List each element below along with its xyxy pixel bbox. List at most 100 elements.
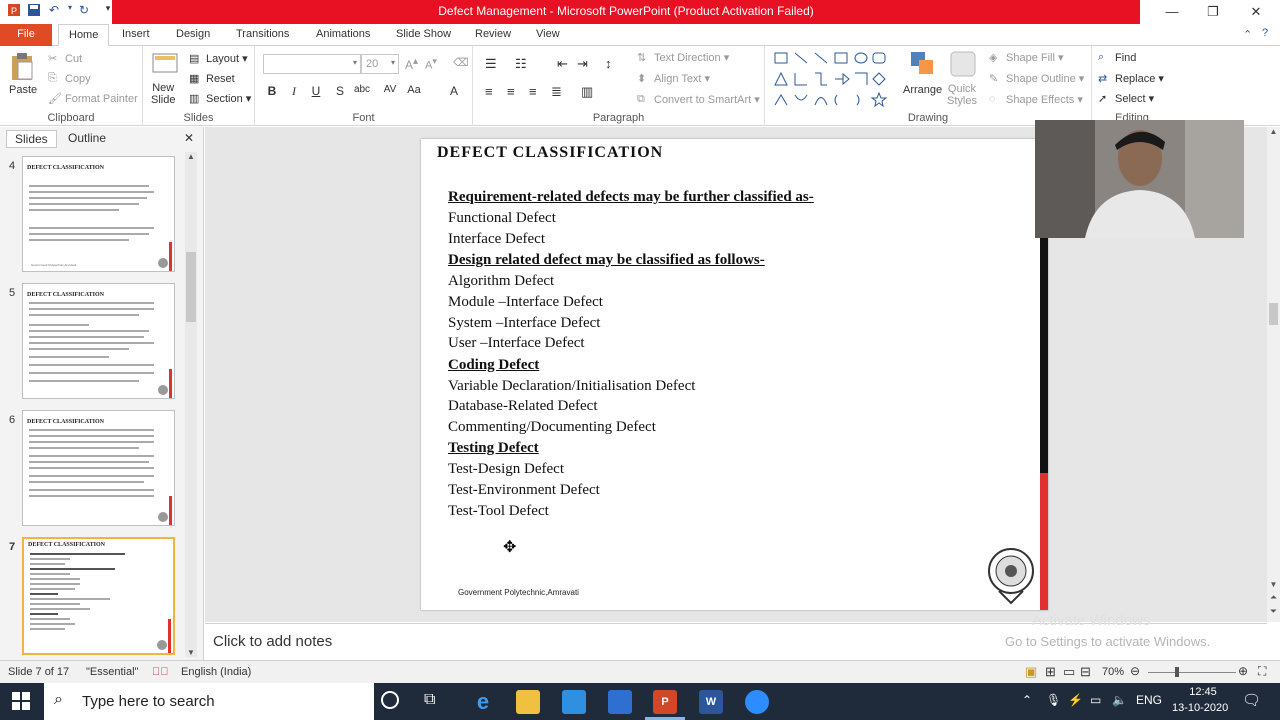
slide-title[interactable]: DEFECT CLASSIFICATION	[437, 144, 663, 162]
align-right-icon[interactable]: ≡	[529, 84, 537, 99]
slide-footer[interactable]: Government Polytechnic,Amravati	[458, 588, 579, 597]
format-painter-button[interactable]: 🖌 Format Painter	[48, 92, 138, 106]
scroll-down-icon[interactable]: ▼	[1267, 580, 1280, 589]
slide-line[interactable]: Module –Interface Defect	[448, 294, 603, 311]
paste-icon[interactable]	[9, 52, 35, 85]
slide-line[interactable]: Variable Declaration/Initialisation Defe…	[448, 378, 695, 395]
collapse-ribbon-icon[interactable]: ⌃	[1243, 28, 1252, 41]
slide-line[interactable]: Test-Design Defect	[448, 461, 564, 478]
change-case-icon[interactable]: Aa	[405, 84, 423, 96]
slides-pane-scrollbar[interactable]: ▲ ▼	[185, 152, 197, 657]
section-button[interactable]: ▥ Section ▾	[189, 92, 251, 106]
reset-button[interactable]: ▦ Reset	[189, 72, 235, 86]
scroll-up-icon[interactable]: ▲	[1267, 127, 1280, 136]
slide-sorter-icon[interactable]: ⊞	[1045, 664, 1056, 680]
tab-view[interactable]: View	[526, 24, 570, 46]
copy-button[interactable]: ⎘ Copy	[48, 72, 91, 86]
shapes-gallery-icon[interactable]	[773, 50, 895, 113]
mail-icon[interactable]	[562, 690, 586, 714]
shrink-font-icon[interactable]: A▾	[425, 56, 437, 72]
tab-home[interactable]: Home	[58, 24, 110, 46]
zoom-slider-thumb[interactable]	[1175, 667, 1179, 677]
slide-scrollbar[interactable]: ▲ ▼ ⏶ ⏷	[1267, 127, 1280, 622]
maximize-button[interactable]: ❐	[1193, 0, 1233, 24]
reading-view-icon[interactable]: ▭	[1063, 664, 1075, 680]
replace-button[interactable]: ⇄ Replace ▾	[1098, 72, 1164, 86]
shape-effects-button[interactable]: ◌ Shape Effects ▾	[989, 93, 1083, 107]
slide-line[interactable]: System –Interface Defect	[448, 315, 600, 332]
shadow-icon[interactable]: S	[331, 84, 349, 98]
slide-thumbnail-5[interactable]: DEFECT CLASSIFICATION	[22, 283, 175, 399]
increase-indent-icon[interactable]: ⇥	[577, 56, 588, 72]
volume-icon[interactable]: 🔈	[1112, 693, 1127, 707]
align-text-button[interactable]: ⬍ Align Text ▾	[637, 72, 710, 86]
undo-icon[interactable]: ↶	[46, 3, 62, 19]
network-icon[interactable]: ▭	[1090, 693, 1101, 707]
fit-slide-icon[interactable]: ⛶	[1258, 664, 1266, 679]
cut-button[interactable]: ✂ Cut	[48, 52, 82, 66]
find-button[interactable]: ⌕ Find	[1098, 51, 1136, 65]
slide-line[interactable]: Algorithm Defect	[448, 273, 554, 290]
file-explorer-icon[interactable]	[516, 690, 540, 714]
zoom-out-icon[interactable]: ⊖	[1130, 664, 1140, 678]
slide-line[interactable]: Testing Defect	[448, 440, 539, 457]
font-name-box[interactable]: ▾	[263, 54, 361, 74]
task-view-icon[interactable]: ⧉	[424, 691, 435, 709]
line-spacing-icon[interactable]: ↕	[605, 56, 612, 71]
search-placeholder[interactable]: Type here to search	[82, 693, 215, 710]
minimize-button[interactable]: —	[1152, 0, 1192, 24]
store-icon[interactable]	[608, 690, 632, 714]
font-size-box[interactable]: 20 ▾	[361, 54, 399, 74]
slide-thumbnail-6[interactable]: DEFECT CLASSIFICATION	[22, 410, 175, 526]
scroll-down-icon[interactable]: ▼	[185, 648, 197, 657]
language-indicator[interactable]: English (India)	[181, 666, 251, 678]
tab-slides-pane[interactable]: Slides	[6, 130, 57, 148]
decrease-indent-icon[interactable]: ⇤	[557, 56, 568, 72]
clear-formatting-icon[interactable]: ⌫	[453, 56, 469, 69]
slide-line[interactable]: Test-Tool Defect	[448, 503, 549, 520]
cortana-icon[interactable]	[381, 691, 399, 709]
italic-icon[interactable]: I	[285, 84, 303, 99]
slideshow-view-icon[interactable]: ⊟	[1080, 664, 1091, 680]
tab-animations[interactable]: Animations	[306, 24, 380, 46]
scroll-thumb[interactable]	[1269, 303, 1278, 325]
columns-icon[interactable]: ▥	[581, 84, 593, 100]
close-pane-icon[interactable]: ✕	[184, 131, 194, 145]
paste-button[interactable]: Paste	[9, 84, 37, 96]
slide-thumbnail-7[interactable]: DEFECT CLASSIFICATION	[22, 537, 175, 655]
shape-outline-button[interactable]: ✎ Shape Outline ▾	[989, 72, 1084, 86]
show-hidden-icons-icon[interactable]: ⌃	[1022, 693, 1032, 707]
new-slide-icon[interactable]	[151, 50, 179, 81]
scroll-thumb[interactable]	[186, 252, 196, 322]
tab-transitions[interactable]: Transitions	[226, 24, 299, 46]
grow-font-icon[interactable]: A▴	[405, 56, 418, 72]
font-color-icon[interactable]: A	[445, 84, 463, 98]
align-center-icon[interactable]: ≡	[507, 84, 515, 99]
windows-start-icon[interactable]	[12, 692, 30, 713]
slide-line[interactable]: Database-Related Defect	[448, 398, 598, 415]
tab-outline-pane[interactable]: Outline	[60, 130, 114, 146]
arrange-button[interactable]: Arrange	[903, 84, 942, 96]
bold-icon[interactable]: B	[263, 84, 281, 98]
close-button[interactable]: ✕	[1236, 0, 1276, 24]
zoom-level[interactable]: 70%	[1102, 666, 1124, 678]
tab-insert[interactable]: Insert	[112, 24, 160, 46]
layout-button[interactable]: ▤ Layout ▾	[189, 52, 248, 66]
slide-line[interactable]: Design related defect may be classified …	[448, 252, 765, 269]
clock-date[interactable]: 13-10-2020	[1172, 702, 1228, 714]
quick-styles-icon[interactable]	[949, 50, 977, 83]
strikethrough-icon[interactable]: abc	[353, 84, 371, 95]
zoom-in-icon[interactable]: ⊕	[1238, 664, 1248, 678]
redo-icon[interactable]: ↻	[76, 3, 92, 19]
notes-placeholder[interactable]: Click to add notes	[213, 633, 332, 650]
bullets-icon[interactable]: ☰	[485, 56, 497, 72]
input-language[interactable]: ENG	[1136, 693, 1162, 707]
tab-slide-show[interactable]: Slide Show	[386, 24, 461, 46]
select-button[interactable]: ➚ Select ▾	[1098, 92, 1154, 106]
zoom-slider[interactable]	[1148, 672, 1236, 673]
scroll-up-icon[interactable]: ▲	[185, 152, 197, 161]
convert-smartart-button[interactable]: ⧉ Convert to SmartArt ▾	[637, 93, 760, 107]
previous-slide-icon[interactable]: ⏶	[1267, 592, 1280, 603]
edge-browser-icon[interactable]: e	[471, 690, 495, 714]
slide-canvas[interactable]: DEFECT CLASSIFICATION Requirement-relate…	[421, 139, 1048, 610]
